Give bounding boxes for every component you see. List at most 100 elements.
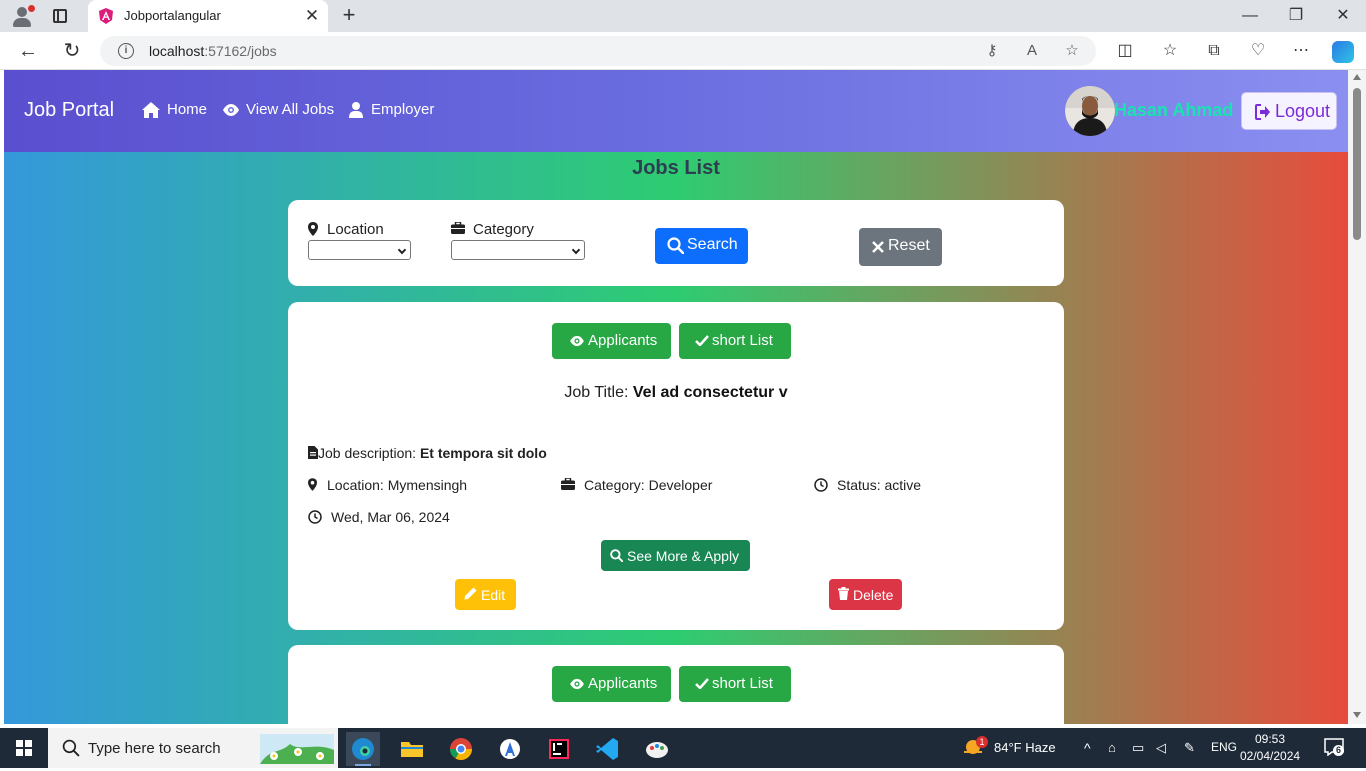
paint-app-icon[interactable]	[640, 732, 674, 766]
reload-icon[interactable]: ↻	[60, 39, 84, 63]
new-tab-button[interactable]: +	[338, 4, 360, 26]
blue-a-icon	[500, 739, 520, 759]
browser-tab-strip: Jobportalangular ✕ + — ❐ ✕	[0, 0, 1366, 32]
meet-now-icon[interactable]: ⌂	[1108, 740, 1116, 755]
shortlist-button[interactable]: short List	[679, 323, 791, 359]
more-options-icon[interactable]: ⋯	[1290, 40, 1312, 62]
flowers-decoration-icon	[260, 734, 334, 764]
back-icon[interactable]: ←	[16, 39, 40, 63]
chrome-icon	[450, 738, 472, 760]
job-title: Job Title: Vel ad consectetur v	[564, 384, 788, 401]
applicants-label: Applicants	[588, 332, 658, 349]
logout-label: Logout	[1275, 101, 1331, 121]
category-select[interactable]	[451, 240, 585, 260]
search-button[interactable]: Search	[655, 228, 748, 264]
collections-icon[interactable]: ⧉	[1203, 40, 1225, 62]
avatar[interactable]	[1065, 86, 1115, 136]
read-aloud-icon[interactable]: A	[1022, 41, 1042, 61]
chrome-app-icon[interactable]	[444, 732, 478, 766]
scroll-thumb[interactable]	[1353, 88, 1361, 240]
logout-button[interactable]: Logout	[1241, 92, 1337, 130]
network-icon[interactable]: ▭	[1132, 740, 1144, 756]
applicants-button[interactable]: Applicants	[552, 323, 671, 359]
show-hidden-icons-icon[interactable]: ^	[1084, 740, 1091, 756]
vscode-app-icon[interactable]	[591, 732, 625, 766]
key-icon[interactable]: ⚷	[982, 41, 1002, 61]
paint-icon	[646, 742, 668, 758]
tab-title: Jobportalangular	[124, 8, 221, 23]
eye-icon	[570, 678, 584, 690]
scroll-up-icon[interactable]	[1353, 74, 1361, 80]
page-title: Jobs List	[632, 157, 720, 179]
profile-icon[interactable]	[10, 4, 35, 28]
minimize-button[interactable]: —	[1238, 4, 1262, 28]
intellij-icon	[549, 739, 569, 759]
edge-app-icon[interactable]	[346, 732, 380, 766]
angular-favicon-icon	[99, 8, 113, 24]
job-description: Job description: Et tempora sit dolo	[308, 445, 568, 463]
see-more-apply-button[interactable]: See More & Apply	[601, 540, 750, 571]
clock-icon	[308, 510, 322, 524]
check-icon	[695, 335, 709, 346]
browser-essentials-icon[interactable]: ♡	[1247, 40, 1269, 62]
edit-label: Edit	[481, 587, 506, 603]
favorites-icon[interactable]: ☆	[1159, 40, 1181, 62]
reset-button[interactable]: Reset	[859, 228, 942, 266]
job-description-value: Et tempora sit dolo	[419, 445, 547, 461]
scroll-down-icon[interactable]	[1353, 712, 1361, 718]
address-bar[interactable]: i localhost:57162/jobs ⚷ A ☆	[100, 36, 1096, 66]
delete-button[interactable]: Delete	[829, 579, 902, 610]
browser-tab[interactable]: Jobportalangular ✕	[88, 0, 328, 32]
nav-home[interactable]: Home	[142, 101, 212, 121]
tab-actions-icon[interactable]	[53, 9, 67, 23]
volume-muted-icon[interactable]: ◁	[1156, 740, 1166, 756]
page-scrollbar[interactable]	[1348, 70, 1366, 724]
language-indicator[interactable]: ENG	[1211, 740, 1237, 754]
windows-start-icon[interactable]	[16, 740, 32, 756]
intellij-app-icon[interactable]	[542, 732, 576, 766]
favorite-star-icon[interactable]: ☆	[1062, 41, 1082, 61]
nav-employer[interactable]: Employer	[349, 101, 439, 121]
shortlist-button[interactable]: short List	[679, 666, 791, 702]
file-explorer-app-icon[interactable]	[395, 732, 429, 766]
weather-text[interactable]: 84°F Haze	[994, 740, 1056, 755]
trash-icon	[838, 587, 849, 600]
job-status: Status: active	[814, 477, 944, 495]
job-location: Location: Mymensingh	[308, 477, 488, 495]
taskbar-search[interactable]: Type here to search	[48, 728, 338, 768]
notification-center-icon[interactable]: 6	[1324, 738, 1344, 757]
nav-view-all-jobs[interactable]: View All Jobs	[222, 101, 342, 121]
edit-button[interactable]: Edit	[455, 579, 516, 610]
folder-icon	[401, 742, 423, 757]
eye-icon	[223, 104, 239, 116]
brand-link[interactable]: Job Portal	[24, 99, 114, 122]
job-category: Category: Developer	[561, 477, 741, 495]
top-navbar: Job Portal Home View All Jobs Employer H…	[4, 70, 1348, 152]
maximize-button[interactable]: ❐	[1284, 4, 1308, 28]
site-info-icon[interactable]: i	[118, 43, 134, 59]
notification-count: 6	[1333, 745, 1344, 756]
system-clock[interactable]: 09:53 02/04/2024	[1240, 731, 1300, 765]
close-icon	[872, 241, 884, 253]
location-select[interactable]	[308, 240, 411, 260]
close-window-button[interactable]: ✕	[1331, 4, 1355, 28]
job-card: Applicants short List	[288, 645, 1064, 724]
applicants-button[interactable]: Applicants	[552, 666, 671, 702]
pen-icon[interactable]: ✎	[1184, 740, 1195, 756]
app-store-icon[interactable]	[493, 732, 527, 766]
split-screen-icon[interactable]: ◫	[1114, 40, 1136, 62]
search-icon	[610, 549, 623, 562]
eye-icon	[570, 335, 584, 347]
briefcase-icon	[451, 222, 465, 234]
category-filter-label: Category	[451, 221, 551, 239]
shortlist-label: short List	[712, 675, 773, 692]
job-card: Applicants short List Job Title: Vel ad …	[288, 302, 1064, 630]
close-tab-icon[interactable]: ✕	[302, 6, 322, 26]
check-icon	[695, 678, 709, 689]
home-icon	[142, 102, 160, 118]
search-icon	[667, 237, 684, 254]
taskbar-search-placeholder: Type here to search	[88, 740, 221, 757]
copilot-icon[interactable]	[1332, 41, 1354, 63]
reset-button-label: Reset	[888, 237, 930, 254]
map-marker-icon	[308, 222, 318, 236]
